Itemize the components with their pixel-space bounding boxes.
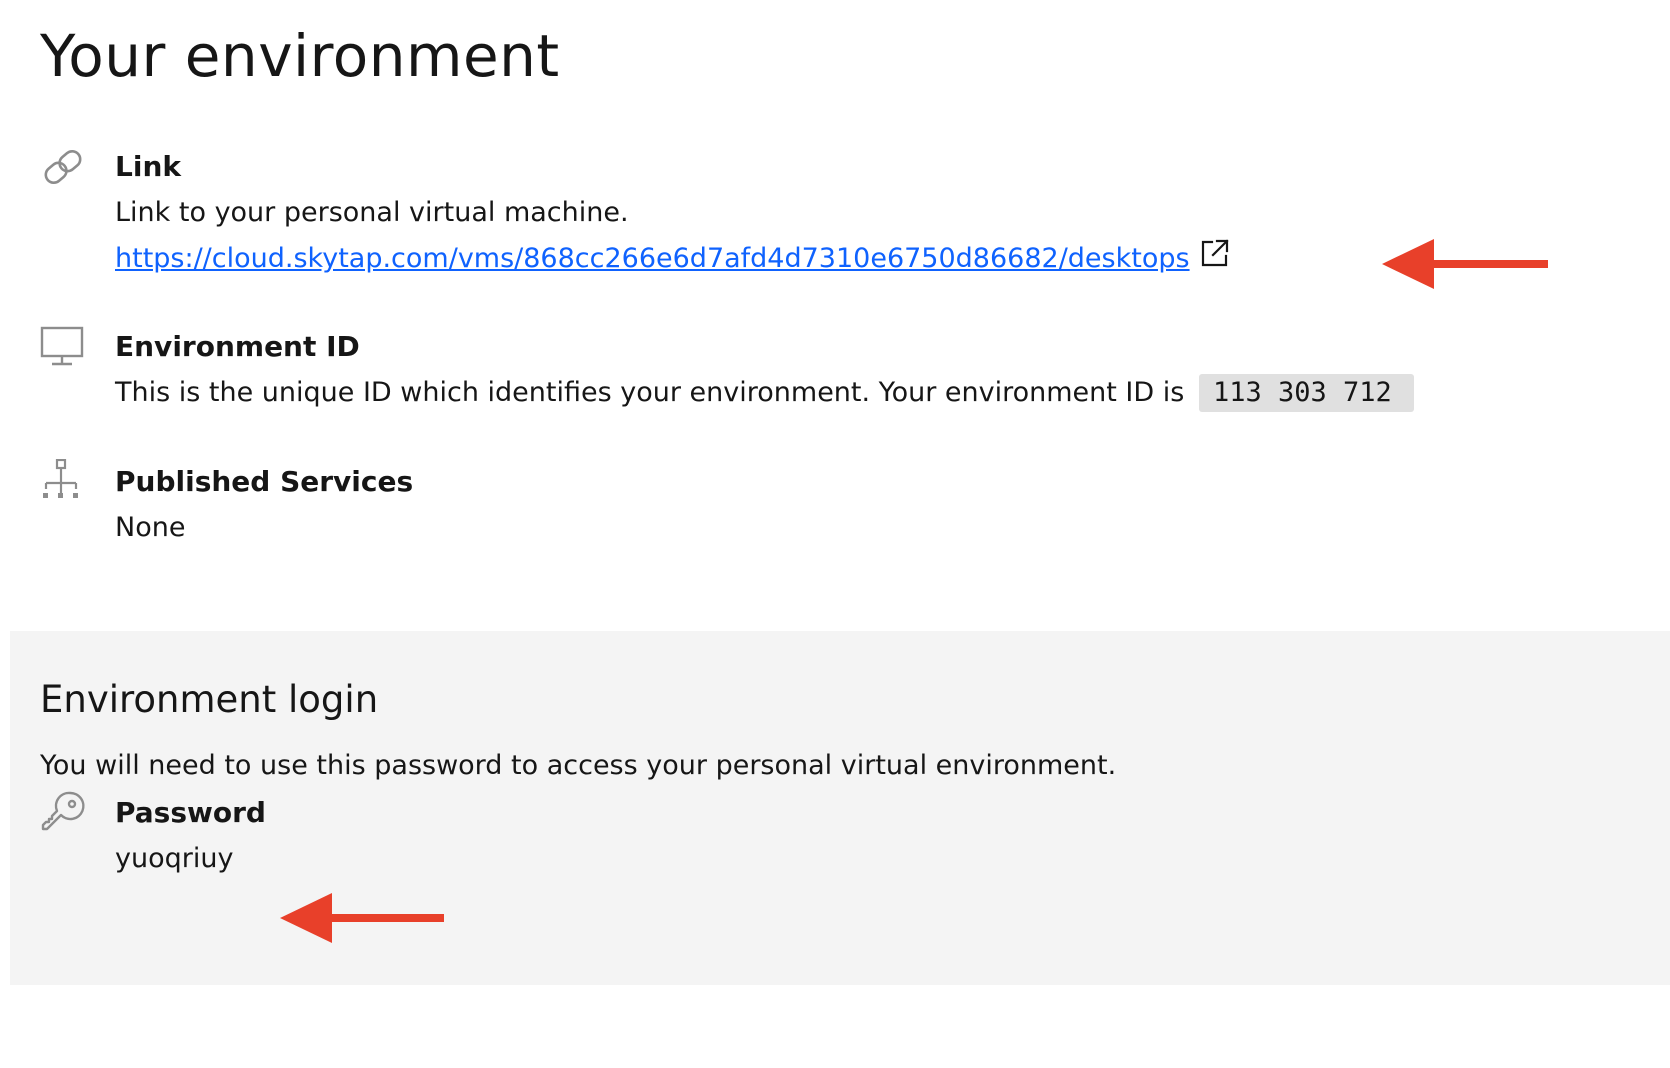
environment-login-title: Environment login — [40, 678, 379, 721]
launch-icon[interactable] — [1200, 238, 1230, 268]
left-arrow-icon — [280, 893, 446, 943]
link-icon — [40, 144, 86, 190]
link-heading: Link — [115, 150, 181, 183]
environment-id-heading: Environment ID — [115, 330, 360, 363]
environment-id-description: This is the unique ID which identifies y… — [115, 377, 1185, 408]
vm-link[interactable]: https://cloud.skytap.com/vms/868cc266e6d… — [115, 236, 1190, 282]
password-value: yuoqriuy — [115, 843, 234, 874]
environment-login-panel: Environment login You will need to use t… — [10, 631, 1670, 985]
published-services-value: None — [115, 512, 186, 543]
monitor-icon — [40, 324, 86, 370]
network-tree-icon — [40, 459, 86, 505]
environment-id-value: 113 303 712 — [1198, 374, 1414, 412]
key-icon — [40, 790, 86, 836]
published-services-heading: Published Services — [115, 465, 414, 498]
left-arrow-icon — [1382, 239, 1552, 289]
environment-login-description: You will need to use this password to ac… — [40, 750, 1117, 781]
link-description: Link to your personal virtual machine. — [115, 197, 629, 228]
page-title: Your environment — [40, 22, 560, 90]
password-heading: Password — [115, 796, 266, 829]
